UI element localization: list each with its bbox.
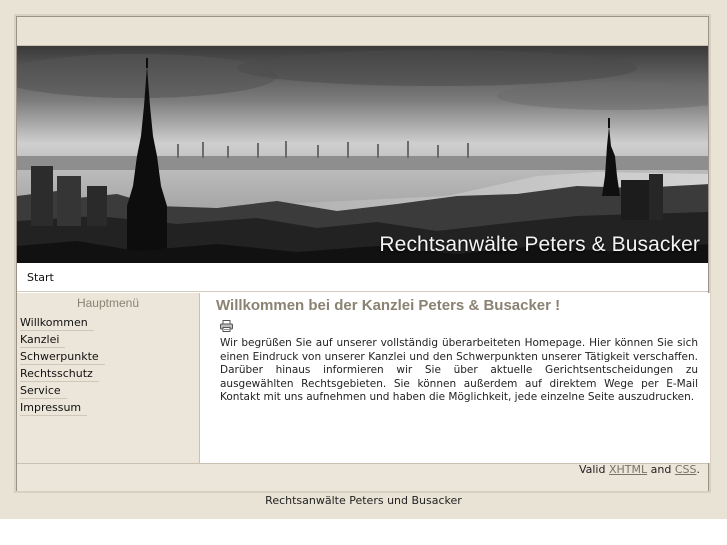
menu-item-service[interactable]: Service (17, 382, 199, 399)
menu-link[interactable]: Service (20, 383, 67, 399)
footer-text: Rechtsanwälte Peters und Busacker (265, 494, 462, 507)
menu-link[interactable]: Schwerpunkte (20, 349, 105, 365)
main-menu: Willkommen Kanzlei Schwerpunkte Rechtssc… (17, 314, 199, 416)
welcome-text: Wir begrüßen Sie auf unserer vollständig… (220, 337, 698, 403)
page-title: Willkommen bei der Kanzlei Peters & Busa… (216, 297, 561, 314)
menu-item-willkommen[interactable]: Willkommen (17, 314, 199, 331)
printer-icon[interactable] (220, 320, 233, 335)
period-label: . (696, 463, 701, 476)
menu-link[interactable]: Kanzlei (20, 332, 66, 348)
top-bar (17, 17, 708, 46)
footer-bar: Valid XHTML and CSS. (17, 463, 708, 491)
bottom-strip (0, 519, 727, 545)
menu-link[interactable]: Impressum (20, 400, 88, 416)
valid-label: Valid (578, 463, 606, 476)
menu-item-impressum[interactable]: Impressum (17, 399, 199, 416)
css-link[interactable]: CSS (675, 463, 697, 476)
validity-notice: Valid XHTML and CSS. (579, 463, 700, 476)
menu-item-kanzlei[interactable]: Kanzlei (17, 331, 199, 348)
sidebar: Hauptmenü Willkommen Kanzlei Schwerpunkt… (17, 293, 200, 463)
sidebar-heading: Hauptmenü (76, 296, 140, 310)
menu-item-schwerpunkte[interactable]: Schwerpunkte (17, 348, 199, 365)
breadcrumb: Start (17, 263, 708, 292)
xhtml-link[interactable]: XHTML (609, 463, 647, 476)
main-content: Willkommen bei der Kanzlei Peters & Busa… (200, 293, 710, 463)
breadcrumb-start-link[interactable]: Start (27, 271, 54, 284)
header-banner: Rechtsanwälte Peters & Busacker (17, 46, 708, 263)
hamburg-skyline-image (17, 46, 708, 263)
banner-title: Rechtsanwälte Peters & Busacker (379, 233, 700, 256)
page-frame: Rechtsanwälte Peters & Busacker Start Ha… (16, 16, 710, 491)
menu-link[interactable]: Willkommen (20, 315, 94, 331)
menu-item-rechtsschutz[interactable]: Rechtsschutz (17, 365, 199, 382)
and-label: and (650, 463, 672, 476)
menu-link[interactable]: Rechtsschutz (20, 366, 99, 382)
